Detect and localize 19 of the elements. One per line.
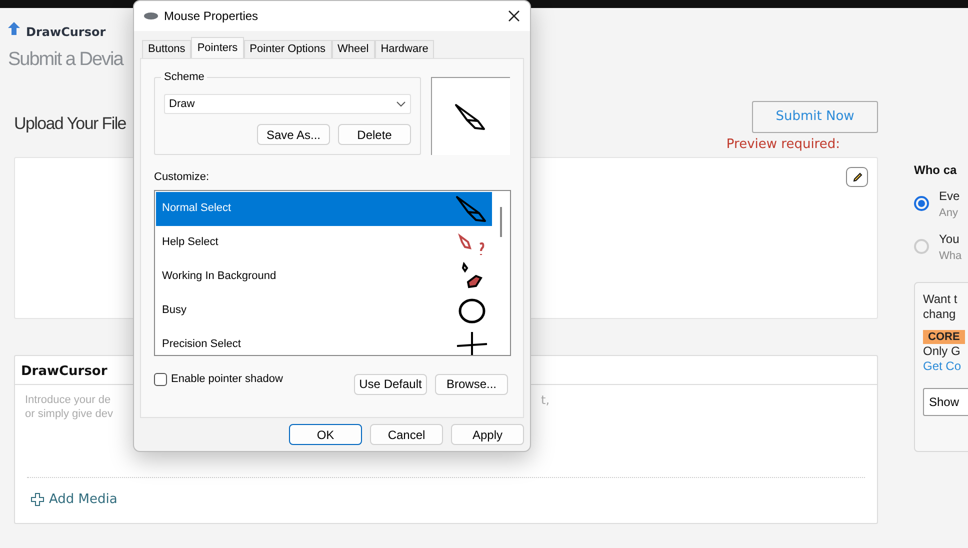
core-badge: CORE	[923, 330, 965, 344]
preview-warning: Preview required:	[726, 136, 840, 154]
visibility-heading: Who ca	[914, 162, 957, 179]
page-heading: Submit a Devia	[8, 48, 123, 72]
scheme-label: Scheme	[161, 71, 208, 83]
promo-text: Want t chang	[923, 292, 958, 322]
editor-title: DrawCursor	[21, 363, 108, 381]
site-title: DrawCursor	[26, 24, 106, 41]
option-hint: Wha	[939, 248, 962, 264]
option-hint: Any	[939, 206, 959, 221]
checkbox-label: Enable pointer shadow	[171, 372, 283, 387]
description-placeholder-end: t,	[541, 393, 550, 407]
option-label: Eve	[939, 188, 960, 205]
section-title: Upload Your File	[14, 112, 126, 134]
option-label: You	[939, 230, 960, 248]
promo-note: Only G	[923, 344, 960, 359]
window-title: Mouse Properties	[164, 8, 258, 25]
customize-label: Customize:	[154, 170, 210, 185]
description-placeholder: Introduce your de or simply give dev	[25, 393, 114, 421]
